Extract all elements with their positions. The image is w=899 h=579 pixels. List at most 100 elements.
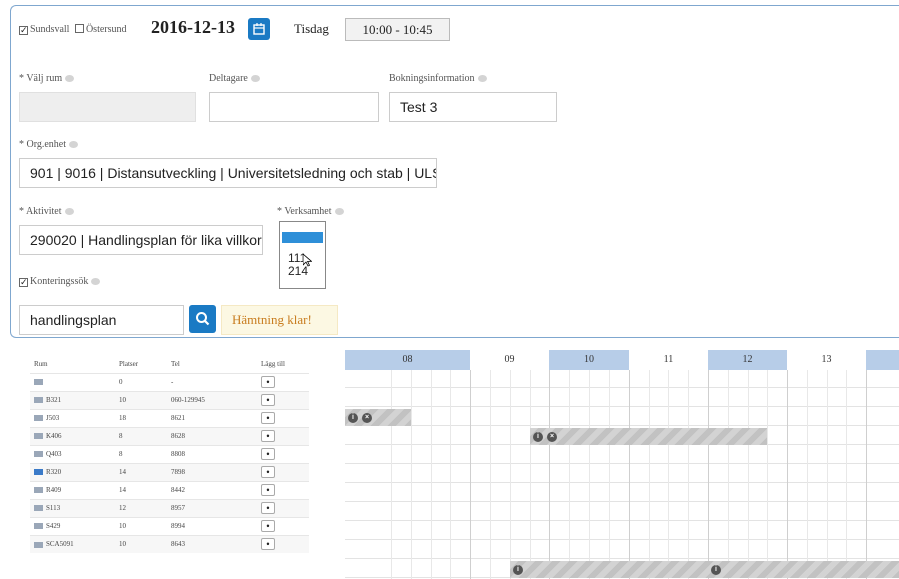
schedule-row[interactable] xyxy=(345,408,899,426)
add-room-button[interactable]: • xyxy=(261,520,275,532)
schedule-row[interactable] xyxy=(345,389,899,407)
room-cell[interactable]: B321 xyxy=(30,390,115,409)
info-icon[interactable]: i xyxy=(513,565,523,575)
schedule-row[interactable] xyxy=(345,541,899,559)
flag-icon xyxy=(34,523,43,530)
grid-line xyxy=(846,370,847,579)
seats-cell: 18 xyxy=(115,408,167,427)
phone-cell: 8994 xyxy=(167,516,257,535)
info-icon[interactable]: i xyxy=(348,413,358,423)
grid-line xyxy=(470,370,471,579)
grid-line xyxy=(787,370,788,579)
search-input[interactable]: handlingsplan xyxy=(19,305,184,335)
hour-header: 12 xyxy=(708,350,787,370)
flag-icon xyxy=(34,451,43,458)
sundsvall-checkbox[interactable]: ✓ xyxy=(19,26,28,35)
business-listbox[interactable]: 111 214 xyxy=(279,221,326,289)
col-add: Lägg till xyxy=(261,359,285,368)
hour-header: 11 xyxy=(663,354,674,365)
help-icon[interactable] xyxy=(91,278,101,286)
flag-icon xyxy=(34,487,43,494)
grid-line xyxy=(549,370,550,579)
add-room-button[interactable]: • xyxy=(261,538,275,551)
help-icon[interactable] xyxy=(64,208,74,216)
flag-icon xyxy=(34,379,43,386)
seats-cell: 0 xyxy=(115,372,167,391)
room-cell[interactable]: SCA5091 xyxy=(30,534,115,553)
weekday: Tisdag xyxy=(294,21,329,36)
add-room-button[interactable]: • xyxy=(261,376,275,388)
room-field[interactable] xyxy=(19,92,196,122)
search-button[interactable] xyxy=(189,305,216,333)
schedule-row[interactable] xyxy=(345,484,899,502)
col-room: Rum xyxy=(34,359,48,368)
add-room-button[interactable]: • xyxy=(261,412,275,424)
grid-line xyxy=(411,370,412,579)
room-cell[interactable]: Q403 xyxy=(30,444,115,463)
account-search-checkbox[interactable]: ✓ xyxy=(19,278,28,287)
room-cell[interactable]: K406 xyxy=(30,426,115,445)
flag-icon xyxy=(34,505,43,512)
add-room-button[interactable]: • xyxy=(261,502,275,514)
grid-line xyxy=(748,370,749,579)
schedule-row[interactable] xyxy=(345,503,899,521)
org-unit-field[interactable]: 901 | 9016 | Distansutveckling | Univers… xyxy=(19,158,437,188)
org-label: * Org.enhet xyxy=(19,139,79,150)
hour-header: 08 xyxy=(345,350,470,370)
schedule-row[interactable] xyxy=(345,370,899,388)
status-message: Hämtning klar! xyxy=(221,305,338,335)
schedule-row[interactable] xyxy=(345,522,899,540)
grid-line xyxy=(490,370,491,579)
remove-icon[interactable]: × xyxy=(362,413,372,423)
room-cell[interactable] xyxy=(30,372,115,391)
booking-form-panel: ✓ Sundsvall Östersund 2016-12-13 Tisdag 1… xyxy=(10,5,899,338)
help-icon[interactable] xyxy=(69,141,79,149)
activity-field[interactable]: 290020 | Handlingsplan för lika villkor xyxy=(19,225,263,255)
ostersund-checkbox[interactable] xyxy=(74,24,84,33)
booking-block[interactable] xyxy=(510,561,899,578)
time-range-field[interactable]: 10:00 - 10:45 xyxy=(345,18,450,41)
add-room-button[interactable]: • xyxy=(261,466,275,478)
calendar-button[interactable] xyxy=(248,18,270,40)
schedule-row[interactable] xyxy=(345,465,899,483)
campus-filter: ✓ Sundsvall Östersund xyxy=(19,24,127,35)
booking-info-field[interactable]: Test 3 xyxy=(389,92,557,122)
remove-icon[interactable]: × xyxy=(547,432,557,442)
phone-cell: 8643 xyxy=(167,534,257,553)
grid-line xyxy=(609,370,610,579)
add-room-button[interactable]: • xyxy=(261,484,275,496)
booking-block[interactable] xyxy=(530,428,767,445)
add-room-button[interactable]: • xyxy=(261,448,275,460)
search-icon xyxy=(196,312,210,326)
room-cell[interactable]: R320 xyxy=(30,462,115,481)
grid-line xyxy=(569,370,570,579)
room-cell[interactable]: S429 xyxy=(30,516,115,535)
room-cell[interactable]: R409 xyxy=(30,480,115,499)
add-room-button[interactable]: • xyxy=(261,394,275,406)
help-icon[interactable] xyxy=(65,75,75,83)
participants-field[interactable] xyxy=(209,92,379,122)
schedule-row[interactable] xyxy=(345,446,899,464)
grid-line xyxy=(510,370,511,579)
phone-cell: 8808 xyxy=(167,444,257,463)
grid-line xyxy=(530,370,531,579)
hour-header xyxy=(866,350,899,370)
table-row: R320 14 7898 • xyxy=(30,462,309,481)
add-room-button[interactable]: • xyxy=(261,430,275,442)
ostersund-label: Östersund xyxy=(85,24,127,35)
seats-cell: 12 xyxy=(115,498,167,517)
grid-line xyxy=(668,370,669,579)
phone-cell: 8628 xyxy=(167,426,257,445)
table-row: J503 18 8621 • xyxy=(30,408,309,427)
phone-cell: - xyxy=(167,372,257,391)
room-cell[interactable]: S113 xyxy=(30,498,115,517)
listbox-selection xyxy=(282,232,323,243)
help-icon[interactable] xyxy=(250,75,260,83)
help-icon[interactable] xyxy=(334,208,344,216)
phone-cell: 060-129945 xyxy=(167,390,257,409)
help-icon[interactable] xyxy=(477,75,487,83)
info-icon[interactable]: i xyxy=(533,432,543,442)
info-icon[interactable]: i xyxy=(711,565,721,575)
phone-cell: 8621 xyxy=(167,408,257,427)
room-cell[interactable]: J503 xyxy=(30,408,115,427)
